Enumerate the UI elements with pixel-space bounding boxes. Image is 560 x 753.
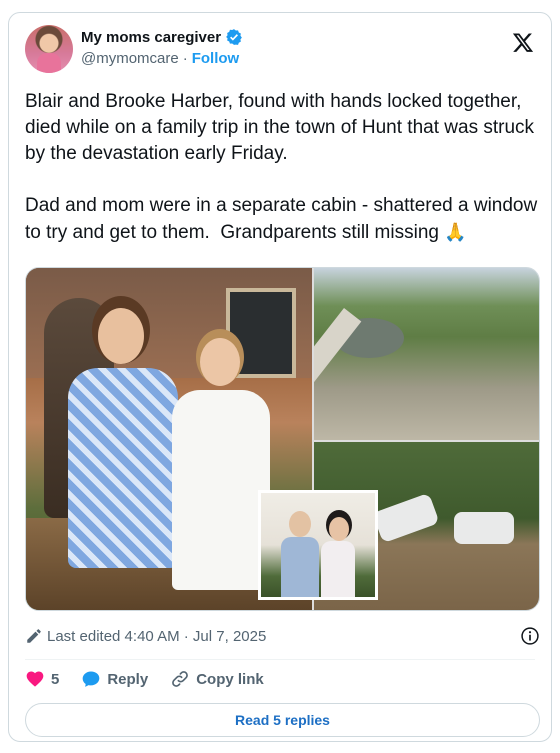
info-icon[interactable] (520, 626, 540, 646)
grandmother (319, 517, 357, 597)
link-icon (172, 671, 189, 687)
verified-badge-icon (226, 29, 242, 45)
grandfather (279, 511, 319, 597)
flooded-car (372, 492, 440, 544)
divider (25, 659, 535, 660)
avatar[interactable] (25, 25, 73, 73)
action-bar: 5 Reply Copy link (25, 666, 286, 692)
copy-link-label: Copy link (196, 670, 264, 688)
edited-timestamp[interactable]: Last edited 4:40 AM · Jul 7, 2025 (47, 628, 266, 645)
flooded-car (454, 512, 514, 544)
tweet-body: Blair and Brooke Harber, found with hand… (25, 91, 538, 243)
name-row: My moms caregiver (81, 28, 243, 46)
pray-emoji: 🙏 (444, 222, 467, 242)
tweet-header: My moms caregiver @mymomcare · Follow (25, 25, 535, 75)
older-girl (68, 308, 178, 608)
heart-icon (26, 671, 44, 687)
read-replies-button[interactable]: Read 5 replies (25, 703, 540, 737)
tweet-text: Blair and Brooke Harber, found with hand… (25, 89, 545, 246)
reply-bubble-icon (83, 671, 100, 687)
display-name[interactable]: My moms caregiver (81, 29, 221, 46)
tweet-card: My moms caregiver @mymomcare · Follow Bl… (8, 12, 552, 742)
grandparents-photo[interactable] (258, 490, 378, 600)
copy-link-button[interactable]: Copy link (170, 669, 264, 689)
flood-aerial-photo[interactable] (314, 268, 539, 440)
x-logo-icon[interactable] (511, 31, 535, 55)
reply-label: Reply (107, 670, 149, 688)
handle-separator: · (182, 50, 188, 67)
media-grid[interactable] (25, 267, 540, 611)
reply-button[interactable]: Reply (81, 669, 148, 689)
edit-pencil-icon (27, 629, 41, 643)
like-count: 5 (51, 670, 60, 688)
handle[interactable]: @mymomcare (81, 50, 179, 67)
road (314, 308, 362, 440)
like-button[interactable]: 5 (25, 669, 59, 689)
handle-row: @mymomcare · Follow (81, 50, 239, 67)
follow-link[interactable]: Follow (192, 50, 240, 67)
meta-row: Last edited 4:40 AM · Jul 7, 2025 (25, 623, 540, 649)
